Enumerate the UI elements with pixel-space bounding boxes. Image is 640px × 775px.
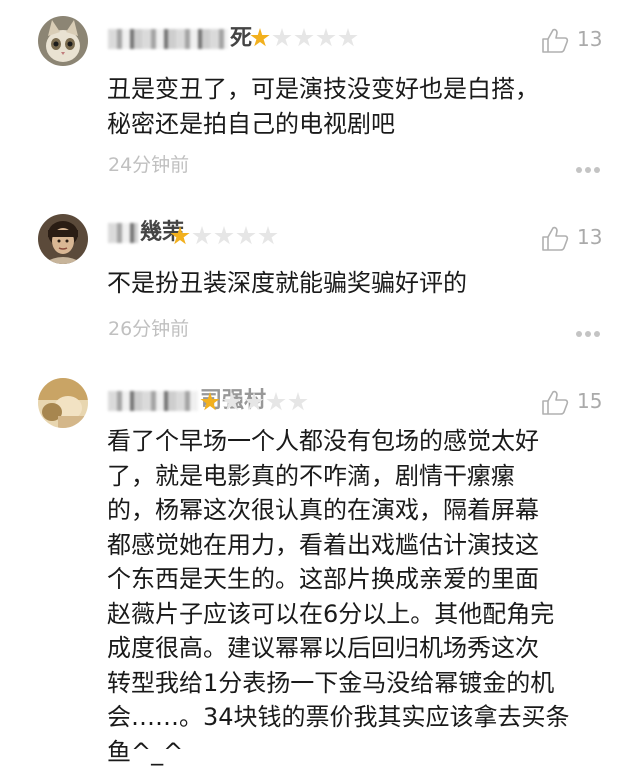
like-button[interactable]: 15 <box>541 386 602 416</box>
avatar[interactable] <box>38 378 88 428</box>
thumbs-up-icon <box>542 226 569 251</box>
star-empty-icon <box>338 28 358 47</box>
dot-icon <box>594 331 600 337</box>
avatar[interactable] <box>38 214 88 264</box>
like-button[interactable]: 13 <box>541 24 602 54</box>
star-empty-icon <box>266 392 286 411</box>
star-empty-icon <box>258 226 278 245</box>
like-count: 15 <box>577 389 603 413</box>
photo-avatar-icon <box>38 378 88 428</box>
more-options-button[interactable] <box>576 322 603 337</box>
dot-icon <box>594 167 600 173</box>
dot-icon <box>576 167 582 173</box>
review-time: 26分钟前 <box>108 318 190 340</box>
dot-icon <box>585 331 591 337</box>
thumbs-up-icon <box>542 28 569 53</box>
cat-avatar-icon <box>38 16 88 66</box>
rating-stars <box>250 28 360 52</box>
blurred-username <box>108 391 198 411</box>
star-empty-icon <box>294 28 314 47</box>
review-content: 不是扮丑装深度就能骗奖骗好评的 <box>107 269 467 297</box>
star-empty-icon <box>272 28 292 47</box>
username-visible-part: 死 <box>230 26 253 51</box>
avatar[interactable] <box>38 16 88 66</box>
like-count: 13 <box>577 27 603 51</box>
star-filled-icon <box>200 392 220 411</box>
rating-stars <box>200 392 310 416</box>
review-time: 24分钟前 <box>108 154 190 176</box>
dot-icon <box>585 167 591 173</box>
like-count: 13 <box>577 225 603 249</box>
review-item: 死 13 丑是变丑了，可是演技没变好也是白搭， 秘密还是拍自己的电视剧吧 24分… <box>0 0 640 190</box>
star-empty-icon <box>244 392 264 411</box>
star-empty-icon <box>214 226 234 245</box>
blurred-username <box>108 29 228 49</box>
star-empty-icon <box>288 392 308 411</box>
dot-icon <box>576 331 582 337</box>
like-button[interactable]: 13 <box>541 222 602 252</box>
star-empty-icon <box>222 392 242 411</box>
star-empty-icon <box>316 28 336 47</box>
username[interactable]: 死 <box>108 24 252 54</box>
review-content: 看了个早场一个人都没有包场的感觉太好 了，就是电影真的不咋滴，剧情干瘰瘰 的，杨… <box>107 427 570 766</box>
review-content: 丑是变丑了，可是演技没变好也是白搭， 秘密还是拍自己的电视剧吧 <box>107 75 539 138</box>
star-empty-icon <box>192 226 212 245</box>
review-item: 幾茉 13 不是扮丑装深度就能骗奖骗好评的 26分钟前 <box>0 190 640 360</box>
star-empty-icon <box>236 226 256 245</box>
star-filled-icon <box>250 28 270 47</box>
review-item: 司强村 15 看了个早场一个人都没有包场的感觉太好 了，就是电影真的不咋滴，剧情… <box>0 360 640 775</box>
star-filled-icon <box>170 226 190 245</box>
portrait-avatar-icon <box>38 214 88 264</box>
thumbs-up-icon <box>542 390 569 415</box>
more-options-button[interactable] <box>576 158 603 173</box>
blurred-username <box>108 223 138 243</box>
rating-stars <box>170 226 280 250</box>
